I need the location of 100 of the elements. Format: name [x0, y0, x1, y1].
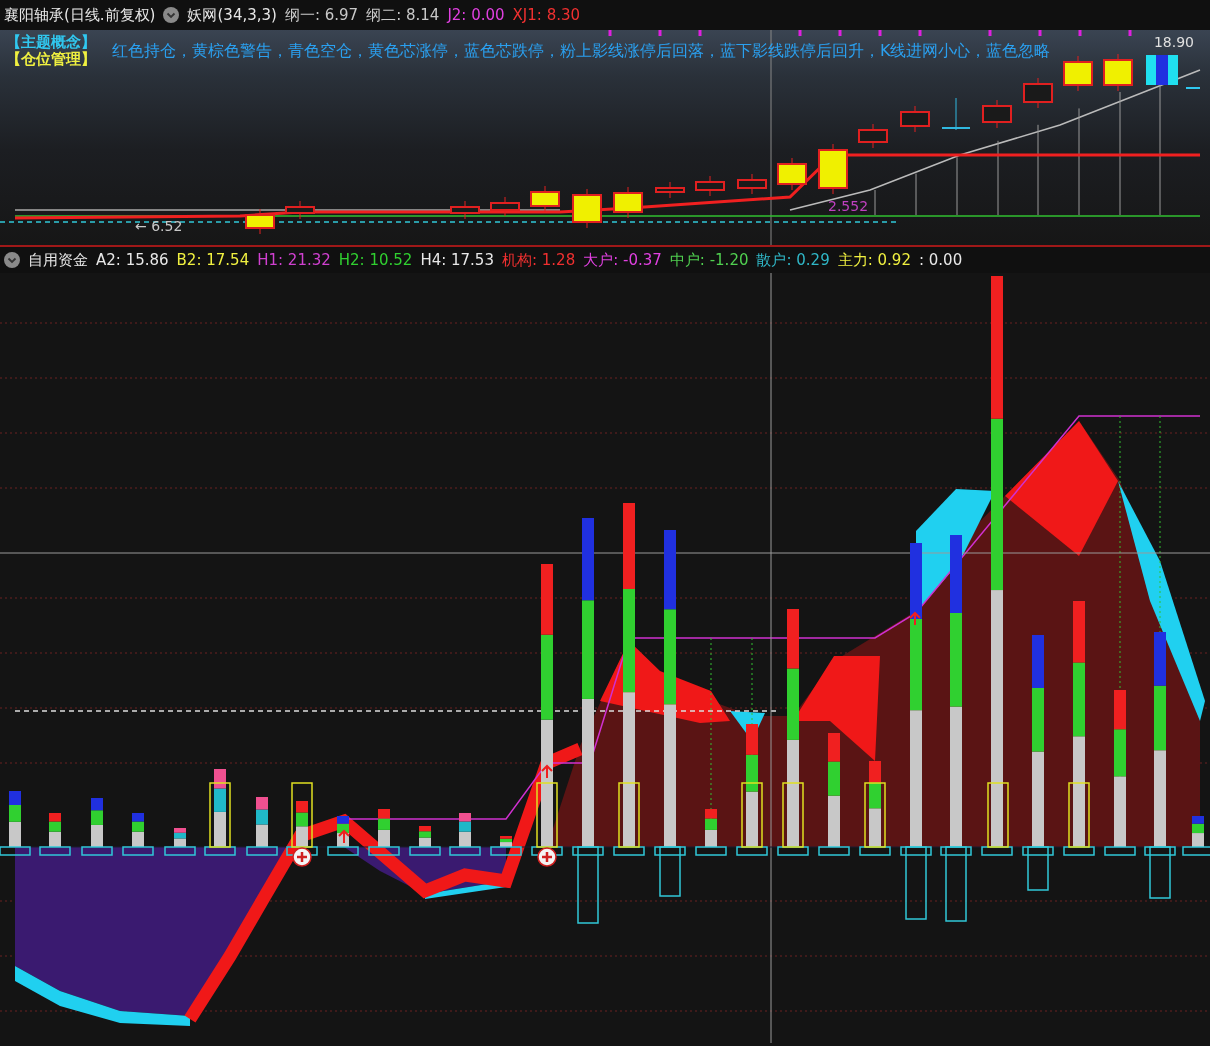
base-bar [613, 846, 645, 856]
base-bar [204, 846, 236, 856]
indicator-value: 主力: 0.92 [837, 250, 911, 270]
indicator-value: H4: 17.53 [420, 251, 494, 269]
candlestick [941, 97, 971, 131]
base-bar [940, 846, 972, 856]
base-bar [859, 846, 891, 856]
candlestick [695, 175, 725, 197]
candlestick [900, 105, 930, 133]
candlestick [613, 186, 643, 219]
base-bar [695, 846, 727, 856]
stacked-bar [1192, 816, 1204, 847]
outline-bar [864, 782, 886, 848]
stacked-bar [174, 828, 186, 847]
price-label: ← 6.52 [135, 218, 183, 234]
stacked-bar [49, 813, 61, 847]
plus-icon [292, 847, 312, 867]
base-bar [490, 846, 522, 856]
dropdown-icon[interactable] [4, 252, 20, 268]
candlestick [450, 200, 480, 220]
candlestick [245, 208, 275, 235]
indicator-value: 散户: 0.29 [756, 250, 830, 270]
candlestick [490, 196, 520, 217]
outline-bar [618, 782, 640, 848]
stacked-bar [91, 798, 103, 847]
up-arrow-icon [909, 611, 921, 626]
stacked-bar [256, 797, 268, 847]
stacked-bar [378, 809, 390, 847]
stacked-bar [9, 791, 21, 847]
indicator-value: 机构: 1.28 [501, 250, 576, 270]
candlestick [1063, 55, 1093, 92]
base-bar [981, 846, 1013, 856]
candlestick [982, 99, 1012, 129]
base-bar [246, 846, 278, 856]
stock-title: 襄阳轴承(日线.前复权) [4, 5, 156, 25]
candlestick [1103, 53, 1133, 92]
base-bar [900, 846, 932, 856]
plus-icon [537, 847, 557, 867]
dropdown-icon[interactable] [163, 7, 180, 23]
outline-bar [782, 782, 804, 848]
indicator-value: A2: 15.86 [96, 251, 169, 269]
legend-text: 红色持仓，黄棕色警告，青色空仓，黄色芯涨停，蓝色芯跌停，粉上影线涨停后回落，蓝下影线跌停后回升，K线进网小心，蓝色忽略 [112, 40, 1051, 62]
candlestick [655, 181, 685, 199]
candlestick [777, 157, 807, 191]
outline-bar [659, 846, 681, 897]
indicator-value: 大户: -0.37 [583, 250, 662, 270]
indicator-value: J2: 0.00 [447, 6, 505, 24]
candlestick [1146, 55, 1178, 85]
base-bar [1182, 846, 1210, 856]
base-bar [368, 846, 400, 856]
price-marker [1185, 87, 1201, 89]
indicator-value: B2: 17.54 [176, 251, 250, 269]
outline-bar [1149, 846, 1171, 899]
outline-bar [741, 782, 763, 848]
indicator-name: 妖网(34,3,3) [187, 5, 277, 25]
legend-tag: 【仓位管理】 [6, 51, 96, 68]
base-bar [1144, 846, 1176, 856]
base-bar [164, 846, 196, 856]
base-bar [449, 846, 481, 856]
base-bar [1104, 846, 1136, 856]
candlestick [818, 143, 848, 195]
up-arrow-icon [338, 829, 350, 844]
outline-bar [987, 782, 1009, 848]
indicator-value: 纲二: 8.14 [366, 5, 440, 25]
stacked-bar [459, 813, 471, 847]
stacked-bar [337, 816, 349, 847]
base-bar [736, 846, 768, 856]
outline-bar [1068, 782, 1090, 848]
base-bar [1063, 846, 1095, 856]
base-bar [327, 846, 359, 856]
outline-bar [1027, 846, 1049, 891]
base-bar [409, 846, 441, 856]
up-arrow-icon [541, 764, 553, 779]
base-bar [81, 846, 113, 856]
price-label: 2.552 [828, 198, 869, 214]
candlestick [858, 123, 888, 149]
base-bar [777, 846, 809, 856]
base-bar [122, 846, 154, 856]
base-bar [1022, 846, 1054, 856]
outline-bar [209, 782, 231, 848]
price-label: 18.90 [1153, 34, 1194, 50]
stacked-bar [500, 836, 512, 847]
candlestick [530, 185, 560, 213]
indicator-value: 中户: -1.20 [669, 250, 749, 270]
outline-bar [291, 782, 313, 848]
indicator-value: H2: 10.52 [338, 251, 413, 269]
indicator-value: H1: 21.32 [257, 251, 331, 269]
legend-tag: 【主题概念】 [6, 34, 96, 51]
candlestick [572, 188, 602, 229]
indicator-name: 自用资金 [28, 250, 88, 270]
base-bar [0, 846, 31, 856]
base-bar [818, 846, 850, 856]
stacked-bar [419, 826, 431, 847]
base-bar [572, 846, 604, 856]
indicator-value: : 0.00 [918, 251, 963, 269]
stacked-bar [705, 809, 717, 847]
indicator-value: 纲一: 6.97 [284, 5, 359, 25]
stacked-bar [132, 813, 144, 847]
outline-bar [536, 782, 558, 848]
indicator-value: XJ1: 8.30 [512, 6, 581, 24]
